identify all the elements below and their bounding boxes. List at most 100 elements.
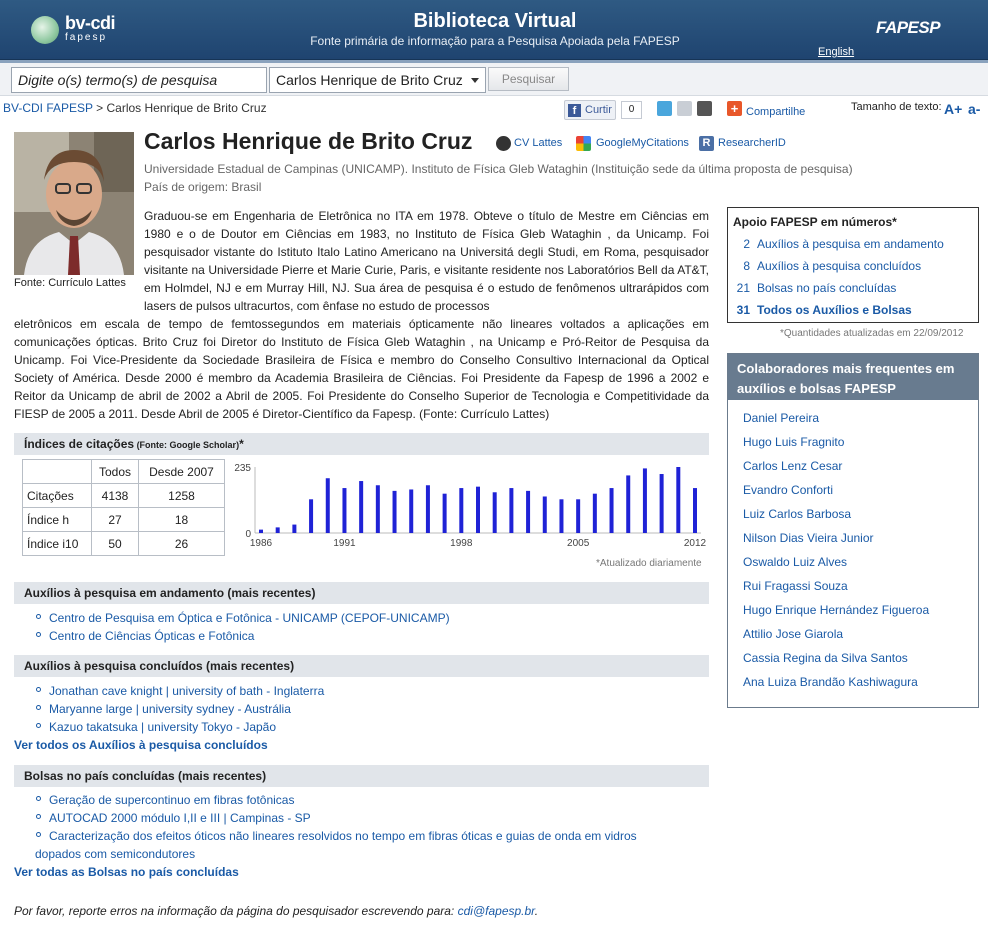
chart-bar [342,488,347,533]
collaborator-link[interactable]: Hugo Luis Fragnito [743,435,844,449]
row-label: Índice i10 [22,531,92,556]
chart-bar [609,488,614,533]
chart-bar [292,524,297,533]
chart-bar [492,492,497,533]
collaborator-link[interactable]: Daniel Pereira [743,411,819,425]
breadcrumb-separator: > [92,101,107,115]
citations-chart: 23501986 1991 1998 2005 2012 [234,463,706,549]
chart-bar [676,467,681,533]
share-plus-icon[interactable]: + [727,101,742,116]
footer-period: . [534,904,539,918]
footer-text: Por favor, reporte erros na informação d… [14,904,458,918]
researcher-photo [14,132,134,275]
bolsas-heading: Bolsas no país concluídas (mais recentes… [14,765,709,787]
stat-count: 8 [743,259,750,273]
collaborator-link[interactable]: Nilson Dias Vieira Junior [743,531,874,545]
stats-title: Apoio FAPESP em números* [733,215,897,229]
citations-heading: Índices de citações (Fonte: Google Schol… [14,433,709,455]
collaborator-link[interactable]: Evandro Conforti [743,483,833,497]
stats-note: *Quantidades atualizadas em 22/09/2012 [780,328,964,339]
concluidos-item[interactable]: Kazuo takatsuka | university Tokyo - Jap… [49,720,276,734]
collaborator-link[interactable]: Rui Fragassi Souza [743,579,848,593]
chart-bar [442,493,447,533]
researcher-select[interactable]: Carlos Henrique de Brito Cruz [269,67,486,93]
collaborator-link[interactable]: Ana Luiza Brandão Kashiwagura [743,675,918,689]
search-button[interactable]: Pesquisar [488,67,569,91]
chevron-down-icon [471,78,479,83]
increase-text-button[interactable]: A+ [944,101,962,117]
concluidos-item[interactable]: Jonathan cave knight | university of bat… [49,684,324,698]
collaborator-link[interactable]: Luiz Carlos Barbosa [743,507,851,521]
chart-bar [642,468,647,533]
search-input[interactable]: Digite o(s) termo(s) de pesquisa [11,67,267,93]
collaborator-link[interactable]: Attilio Jose Giarola [743,627,843,641]
bullet-icon [36,687,41,692]
breadcrumb-root-link[interactable]: BV-CDI FAPESP [3,101,93,115]
citations-updated-note: *Atualizado diariamente [596,558,702,569]
chart-bar [476,486,480,533]
google-citations-link[interactable]: GoogleMyCitations [596,137,689,149]
stat-label: Todos os Auxílios e Bolsas [757,303,912,317]
fapesp-logo[interactable]: FAPESP [876,18,941,38]
twitter-icon[interactable] [657,101,672,116]
bv-cdi-logo[interactable]: bv-cdi fapesp [31,14,131,48]
citations-source: (Fonte: Google Scholar) [134,440,240,450]
stat-label: Auxílios à pesquisa em andamento [757,237,944,251]
bolsas-item[interactable]: Geração de supercontinuo em fibras fotôn… [49,793,294,807]
concluidos-item[interactable]: Maryanne large | university sydney - Aus… [49,702,291,716]
cell-todos: 4138 [91,483,139,508]
fapesp-stats-box: Apoio FAPESP em números* 2 Auxílios à pe… [727,207,979,323]
chart-y-tick-label: 235 [234,463,251,474]
chart-bar [425,485,430,533]
bullet-icon [36,723,41,728]
decrease-text-button[interactable]: a- [968,101,980,117]
chart-bar [259,529,263,533]
chart-bar [693,488,697,533]
compartilhe-link[interactable]: Compartilhe [746,106,805,118]
cv-lattes-link[interactable]: CV Lattes [514,137,562,149]
collaborators-title: Colaboradores mais frequentes em auxílio… [728,354,978,400]
collaborator-link[interactable]: Carlos Lenz Cesar [743,459,842,473]
bullet-icon [36,705,41,710]
like-count: 0 [621,101,642,119]
stat-count: 31 [736,303,750,317]
collaborator-link[interactable]: Cassia Regina da Silva Santos [743,651,908,665]
bullet-icon [36,796,41,801]
collaborator-link[interactable]: Hugo Enrique Hernández Figueroa [743,603,929,617]
cell-desde: 18 [138,507,225,532]
andamento-item[interactable]: Centro de Ciências Ópticas e Fotônica [49,629,254,643]
email-icon[interactable] [677,101,692,116]
country: País de origem: Brasil [144,180,262,194]
bolsas-item[interactable]: AUTOCAD 2000 módulo I,II e III | Campina… [49,811,311,825]
breadcrumb-current: Carlos Henrique de Brito Cruz [106,101,267,115]
citations-heading-text: Índices de citações [24,437,135,451]
table-row: Índice h 27 18 [22,507,225,532]
column-header-desde: Desde 2007 [138,459,225,484]
see-all-bolsas-link[interactable]: Ver todas as Bolsas no país concluídas [14,865,239,879]
stat-count: 21 [736,281,750,295]
cell-todos: 50 [91,531,139,556]
logo-text: bv-cdi [65,13,116,33]
english-link[interactable]: English [818,46,854,58]
collaborators-box: Colaboradores mais frequentes em auxílio… [727,353,979,708]
bolsas-item-continuation[interactable]: dopados com semicondutores [35,847,195,861]
chart-x-tick-label: 2005 [567,538,590,549]
print-icon[interactable] [697,101,712,116]
chart-bar [576,499,581,533]
researcher-id-link[interactable]: ResearcherID [718,137,786,149]
table-row: Todos Desde 2007 [22,459,225,484]
chart-bar [275,527,280,533]
footer-email-link[interactable]: cdi@fapesp.br [458,904,535,918]
see-all-concluidos-link[interactable]: Ver todos os Auxílios à pesquisa concluí… [14,738,268,752]
stat-label: Auxílios à pesquisa concluídos [757,259,922,273]
chart-bar [459,488,464,533]
facebook-like-button[interactable]: f Curtir [564,100,616,120]
column-header-todos: Todos [91,459,139,484]
chart-bar [325,478,330,533]
collaborator-link[interactable]: Oswaldo Luiz Alves [743,555,847,569]
bolsas-item[interactable]: Caracterização dos efeitos óticos não li… [49,829,637,843]
facebook-icon: f [568,104,581,117]
andamento-item[interactable]: Centro de Pesquisa em Óptica e Fotônica … [49,611,450,625]
chart-bar [359,481,364,533]
institution: Universidade Estadual de Campinas (UNICA… [144,162,853,176]
